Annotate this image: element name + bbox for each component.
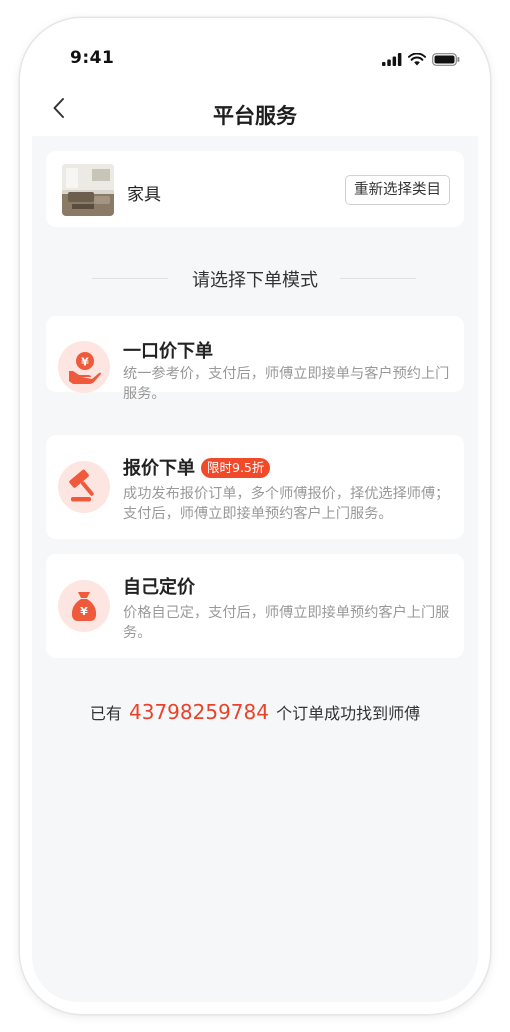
- app-screen: 9:41 平台服务 家具 重新选择类目 请选择下单模式 ¥ 一口价下单 统一参考…: [32, 30, 478, 1002]
- option-fixed-price[interactable]: ¥ 一口价下单 统一参考价，支付后，师傅立即接单与客户预约上门服务。: [46, 316, 464, 402]
- orders-count-statistic: 已有 43798259784 个订单成功找到师傅: [32, 700, 478, 724]
- signal-icon: [382, 52, 402, 66]
- money-bag-icon: ¥: [58, 580, 110, 632]
- hand-yuan-icon: ¥: [58, 341, 110, 393]
- option-title: 自己定价: [123, 577, 195, 598]
- gavel-icon: [58, 461, 110, 513]
- option-quote-order[interactable]: 报价下单 限时9.5折 成功发布报价订单，多个师傅报价，择优选择师傅；支付后，师傅…: [46, 435, 464, 539]
- section-title: 请选择下单模式: [192, 270, 318, 291]
- footer-suffix: 个订单成功找到师傅: [276, 704, 421, 723]
- svg-text:¥: ¥: [80, 605, 88, 618]
- discount-badge: 限时9.5折: [201, 458, 271, 478]
- category-card: 家具 重新选择类目: [46, 151, 464, 227]
- option-description: 价格自己定，支付后，师傅立即接单预约客户上门服务。: [123, 605, 450, 641]
- category-name: 家具: [127, 185, 161, 205]
- divider-right: [340, 278, 416, 279]
- svg-text:¥: ¥: [81, 356, 89, 369]
- footer-prefix: 已有: [89, 704, 122, 723]
- option-description: 成功发布报价订单，多个师傅报价，择优选择师傅；支付后，师傅立即接单预约客户上门服…: [123, 486, 450, 522]
- page-title: 平台服务: [213, 104, 297, 128]
- reselect-category-button[interactable]: 重新选择类目: [345, 175, 450, 205]
- option-title: 一口价下单: [123, 341, 213, 362]
- status-icons: [382, 51, 460, 67]
- status-time: 9:41: [70, 48, 115, 68]
- option-description: 统一参考价，支付后，师傅立即接单与客户预约上门服务。: [123, 366, 450, 402]
- battery-icon: [432, 52, 460, 66]
- option-title: 报价下单 限时9.5折: [123, 454, 271, 480]
- order-mode-section-header: 请选择下单模式: [32, 266, 478, 292]
- wifi-icon: [408, 52, 426, 65]
- option-self-pricing[interactable]: ¥ 自己定价 价格自己定，支付后，师傅立即接单预约客户上门服务。: [46, 554, 464, 658]
- category-thumbnail: [62, 164, 114, 216]
- orders-count: 43798259784: [129, 700, 269, 724]
